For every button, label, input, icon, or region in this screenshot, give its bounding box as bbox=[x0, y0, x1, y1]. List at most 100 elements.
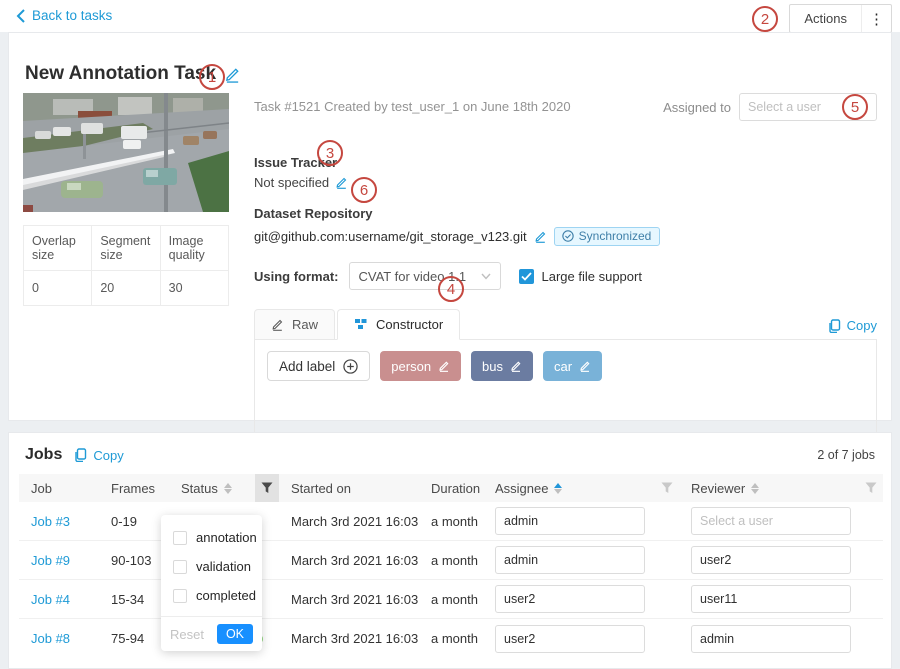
edit-issue-tracker-icon[interactable] bbox=[335, 176, 348, 189]
tab-raw[interactable]: Raw bbox=[254, 309, 335, 340]
jobs-copy-label: Copy bbox=[93, 448, 123, 463]
job-link[interactable]: Job #4 bbox=[31, 592, 70, 607]
format-select[interactable]: CVAT for video 1.1 bbox=[349, 262, 501, 290]
task-params-table: Overlap size Segment size Image quality … bbox=[23, 225, 229, 306]
assignee-input[interactable] bbox=[495, 507, 645, 535]
task-preview-image bbox=[23, 93, 229, 212]
param-header: Overlap size bbox=[24, 226, 92, 271]
assignee-input[interactable] bbox=[495, 585, 645, 613]
status-sorter[interactable] bbox=[224, 483, 232, 494]
table-row: Job #3 0-19 March 3rd 2021 16:03 a month bbox=[19, 502, 883, 541]
filter-option-annotation[interactable]: annotation bbox=[161, 523, 262, 552]
using-format-label: Using format: bbox=[254, 269, 339, 284]
duration-cell: a month bbox=[419, 514, 483, 529]
jobs-title: Jobs bbox=[25, 446, 62, 464]
edit-icon[interactable] bbox=[438, 360, 450, 372]
large-file-support-label: Large file support bbox=[542, 269, 642, 284]
checkbox-unchecked-icon[interactable] bbox=[173, 531, 187, 545]
assignee-input[interactable] bbox=[495, 546, 645, 574]
labels-tabs: Raw Constructor Copy bbox=[254, 308, 877, 340]
table-row: Job #4 15-34 March 3rd 2021 16:03 a mont… bbox=[19, 580, 883, 619]
duration-cell: a month bbox=[419, 631, 483, 646]
label-chip-text: car bbox=[554, 359, 572, 374]
label-chip-bus[interactable]: bus bbox=[471, 351, 533, 381]
status-filter-dropdown: annotation validation completed Reset OK bbox=[161, 515, 262, 651]
tab-raw-label: Raw bbox=[292, 317, 318, 332]
annotation-marker-2: 2 bbox=[752, 6, 778, 32]
duration-cell: a month bbox=[419, 592, 483, 607]
label-chip-person[interactable]: person bbox=[380, 351, 461, 381]
filter-reset-button[interactable]: Reset bbox=[170, 627, 204, 642]
col-assignee[interactable]: Assignee bbox=[495, 481, 548, 496]
more-vertical-icon[interactable]: ⋮ bbox=[861, 5, 891, 32]
dataset-repository-label: Dataset Repository bbox=[254, 206, 877, 221]
col-status[interactable]: Status bbox=[181, 481, 218, 496]
actions-label: Actions bbox=[790, 11, 861, 26]
add-label-button[interactable]: Add label bbox=[267, 351, 370, 381]
checkbox-unchecked-icon[interactable] bbox=[173, 560, 187, 574]
back-to-tasks-label: Back to tasks bbox=[32, 8, 112, 23]
reviewer-sorter[interactable] bbox=[751, 483, 759, 494]
edit-title-icon[interactable] bbox=[224, 66, 241, 83]
edit-icon bbox=[271, 318, 284, 331]
task-meta: Task #1521 Created by test_user_1 on Jun… bbox=[254, 93, 571, 114]
started-cell: March 3rd 2021 16:03 bbox=[279, 631, 419, 646]
assignee-filter-icon[interactable] bbox=[655, 474, 679, 502]
plus-circle-icon bbox=[343, 359, 358, 374]
job-link[interactable]: Job #8 bbox=[31, 631, 70, 646]
chevron-down-icon bbox=[481, 273, 491, 280]
annotation-marker-1: 1 bbox=[199, 64, 225, 90]
labels-copy-button[interactable]: Copy bbox=[828, 318, 877, 339]
filter-option-label: completed bbox=[196, 588, 256, 603]
edit-icon[interactable] bbox=[579, 360, 591, 372]
assignee-sorter[interactable] bbox=[554, 483, 562, 494]
annotation-marker-5: 5 bbox=[842, 94, 868, 120]
col-frames[interactable]: Frames bbox=[111, 481, 155, 496]
jobs-count: 2 of 7 jobs bbox=[817, 448, 875, 462]
checkbox-unchecked-icon[interactable] bbox=[173, 589, 187, 603]
filter-option-validation[interactable]: validation bbox=[161, 552, 262, 581]
job-link[interactable]: Job #3 bbox=[31, 514, 70, 529]
actions-button[interactable]: Actions ⋮ bbox=[789, 4, 892, 33]
col-reviewer[interactable]: Reviewer bbox=[691, 481, 745, 496]
param-value: 30 bbox=[160, 271, 228, 306]
sync-status-badge[interactable]: Synchronized bbox=[554, 227, 661, 246]
reviewer-input[interactable] bbox=[691, 546, 851, 574]
tab-constructor[interactable]: Constructor bbox=[337, 309, 460, 340]
job-link[interactable]: Job #9 bbox=[31, 553, 70, 568]
started-cell: March 3rd 2021 16:03 bbox=[279, 592, 419, 607]
status-filter-icon[interactable] bbox=[255, 474, 279, 502]
filter-ok-button[interactable]: OK bbox=[217, 624, 253, 644]
col-started-on[interactable]: Started on bbox=[291, 481, 351, 496]
param-header: Segment size bbox=[92, 226, 160, 271]
issue-tracker-label: Issue Tracker bbox=[254, 155, 877, 170]
table-row: Job #8 75-94 completed ? March 3rd 2021 … bbox=[19, 619, 883, 658]
large-file-support-checkbox[interactable]: Large file support bbox=[519, 269, 642, 284]
param-header: Image quality bbox=[160, 226, 228, 271]
assigned-to-label: Assigned to bbox=[663, 100, 731, 115]
filter-option-label: validation bbox=[196, 559, 251, 574]
annotation-marker-4: 4 bbox=[438, 276, 464, 302]
frames-cell: 0-19 bbox=[99, 514, 169, 529]
assignee-input[interactable] bbox=[495, 625, 645, 653]
jobs-table: Job Frames Status Started on Duration As… bbox=[19, 474, 883, 658]
check-circle-icon bbox=[562, 230, 574, 242]
task-title: New Annotation Task bbox=[25, 63, 216, 85]
label-chip-car[interactable]: car bbox=[543, 351, 602, 381]
param-value: 0 bbox=[24, 271, 92, 306]
reviewer-input[interactable] bbox=[691, 507, 851, 535]
edit-icon[interactable] bbox=[510, 360, 522, 372]
label-chip-text: person bbox=[391, 359, 431, 374]
annotation-marker-3: 3 bbox=[317, 140, 343, 166]
filter-option-completed[interactable]: completed bbox=[161, 581, 262, 610]
reviewer-input[interactable] bbox=[691, 625, 851, 653]
back-to-tasks-link[interactable]: Back to tasks bbox=[16, 8, 112, 23]
reviewer-filter-icon[interactable] bbox=[859, 474, 883, 502]
col-job[interactable]: Job bbox=[31, 481, 52, 496]
labels-copy-label: Copy bbox=[847, 318, 877, 333]
started-cell: March 3rd 2021 16:03 bbox=[279, 514, 419, 529]
edit-repository-icon[interactable] bbox=[534, 230, 547, 243]
reviewer-input[interactable] bbox=[691, 585, 851, 613]
jobs-copy-button[interactable]: Copy bbox=[74, 448, 123, 463]
col-duration[interactable]: Duration bbox=[431, 481, 480, 496]
